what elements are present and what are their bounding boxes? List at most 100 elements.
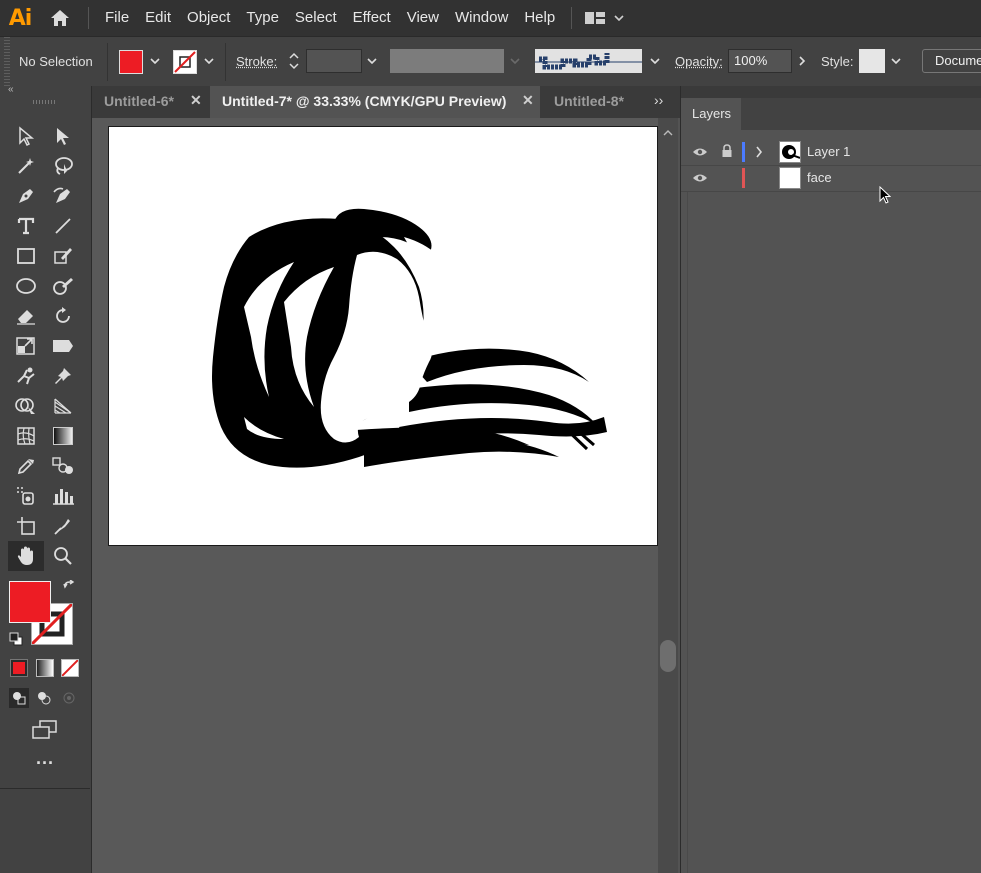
menu-divider xyxy=(88,7,89,29)
tab-overflow-icon[interactable]: ›› xyxy=(654,86,663,114)
zoom-tool-icon[interactable] xyxy=(50,543,76,569)
menu-select[interactable]: Select xyxy=(287,0,345,36)
workspace-switcher[interactable] xyxy=(580,10,624,26)
artboard[interactable] xyxy=(108,126,658,546)
draw-normal-icon[interactable] xyxy=(9,688,29,708)
toolbar-grip[interactable] xyxy=(33,100,57,104)
grip-handle[interactable] xyxy=(4,37,10,87)
warp-icon[interactable] xyxy=(50,333,76,359)
variable-width-profile[interactable] xyxy=(390,49,504,73)
layers-panel: Layers Layer 1 face xyxy=(680,86,981,873)
scroll-thumb[interactable] xyxy=(660,640,676,672)
rotate-icon[interactable] xyxy=(50,303,76,329)
menu-type[interactable]: Type xyxy=(238,0,287,36)
tab-layers[interactable]: Layers xyxy=(681,98,741,130)
draw-behind-icon[interactable] xyxy=(34,688,54,708)
color-mode-button[interactable] xyxy=(10,659,28,677)
fill-swatch[interactable] xyxy=(119,50,143,74)
magic-wand-icon[interactable] xyxy=(13,153,39,179)
slice-icon[interactable] xyxy=(50,513,76,539)
rectangle-tool-icon[interactable] xyxy=(13,243,39,269)
menu-help[interactable]: Help xyxy=(516,0,563,36)
none-mode-button[interactable] xyxy=(61,659,79,677)
opacity-arrow-icon[interactable] xyxy=(792,49,812,73)
stroke-weight-input[interactable] xyxy=(306,49,362,73)
stroke-dropdown-chevron-icon[interactable] xyxy=(199,49,219,73)
brush-definition-preview[interactable] xyxy=(535,49,642,73)
stroke-weight-stepper[interactable] xyxy=(284,49,304,73)
opacity-label[interactable]: Opacity: xyxy=(675,37,723,87)
menu-object[interactable]: Object xyxy=(179,0,238,36)
pen-tool-icon[interactable] xyxy=(13,183,39,209)
menu-window[interactable]: Window xyxy=(447,0,516,36)
ellipse-tool-icon[interactable] xyxy=(13,273,39,299)
direct-selection-tool-icon[interactable] xyxy=(50,123,76,149)
layer-row-layer-1[interactable]: Layer 1 xyxy=(681,139,981,166)
stroke-swatch[interactable] xyxy=(173,50,197,74)
close-icon[interactable]: ✕ xyxy=(190,86,202,114)
artboard-tool-icon[interactable] xyxy=(13,513,39,539)
fill-dropdown-chevron-icon[interactable] xyxy=(145,49,165,73)
document-setup-button[interactable]: Docume xyxy=(922,49,981,73)
vertical-scrollbar[interactable] xyxy=(658,118,678,873)
column-graph-icon[interactable] xyxy=(50,483,76,509)
opacity-input[interactable]: 100% xyxy=(728,49,792,73)
fill-color-swatch[interactable] xyxy=(9,581,51,623)
menu-edit[interactable]: Edit xyxy=(137,0,179,36)
profile-chevron-icon[interactable] xyxy=(505,49,525,73)
graphic-style-swatch[interactable] xyxy=(859,49,885,73)
close-icon[interactable]: ✕ xyxy=(522,86,534,114)
expand-chevron-icon[interactable] xyxy=(755,146,763,161)
perspective-icon[interactable] xyxy=(50,393,76,419)
menu-effect[interactable]: Effect xyxy=(345,0,399,36)
layer-name[interactable]: face xyxy=(807,165,832,191)
stroke-weight-chevron-icon[interactable] xyxy=(362,49,382,73)
eraser-icon[interactable] xyxy=(13,303,39,329)
brush-chevron-icon[interactable] xyxy=(645,49,665,73)
selection-tool-icon[interactable] xyxy=(13,123,39,149)
line-tool-icon[interactable] xyxy=(50,213,76,239)
swap-colors-icon[interactable] xyxy=(62,580,76,594)
workspace-icon xyxy=(584,10,606,26)
lock-icon[interactable] xyxy=(721,144,733,161)
scale-icon[interactable] xyxy=(13,333,39,359)
layer-row-face[interactable]: face xyxy=(681,165,981,192)
stroke-label[interactable]: Stroke: xyxy=(236,37,277,87)
menu-view[interactable]: View xyxy=(399,0,447,36)
default-colors-icon[interactable] xyxy=(9,632,23,646)
tab-untitled-6[interactable]: Untitled-6* ✕ xyxy=(92,86,212,118)
draw-inside-icon[interactable] xyxy=(59,688,79,708)
pin-icon[interactable] xyxy=(50,363,76,389)
puppet-warp-icon[interactable] xyxy=(13,363,39,389)
visibility-eye-icon[interactable] xyxy=(692,146,708,161)
hand-tool-icon[interactable] xyxy=(8,541,44,571)
layer-name[interactable]: Layer 1 xyxy=(807,139,850,165)
gradient-mode-button[interactable] xyxy=(36,659,54,677)
home-icon[interactable] xyxy=(40,0,80,36)
panel-header-strip xyxy=(681,86,981,98)
type-tool-icon[interactable] xyxy=(13,213,39,239)
shape-builder-icon[interactable] xyxy=(13,393,39,419)
tab-untitled-7[interactable]: Untitled-7* @ 33.33% (CMYK/GPU Preview) … xyxy=(210,86,540,118)
eyedropper-icon[interactable] xyxy=(13,453,39,479)
more-tools-icon[interactable]: ··· xyxy=(32,758,58,774)
curvature-tool-icon[interactable] xyxy=(50,183,76,209)
hair-face-artwork[interactable] xyxy=(109,127,657,545)
style-chevron-icon[interactable] xyxy=(886,49,906,73)
divider xyxy=(107,43,108,81)
blend-icon[interactable] xyxy=(50,453,76,479)
collapse-toolbar-icon[interactable]: « xyxy=(8,84,14,95)
symbol-sprayer-icon[interactable] xyxy=(13,483,39,509)
blob-brush-icon[interactable] xyxy=(50,273,76,299)
mesh-icon[interactable] xyxy=(13,423,39,449)
gradient-icon[interactable] xyxy=(50,423,76,449)
lasso-icon[interactable] xyxy=(50,153,76,179)
visibility-eye-icon[interactable] xyxy=(692,172,708,187)
menu-file[interactable]: File xyxy=(97,0,137,36)
paintbrush-icon[interactable] xyxy=(50,243,76,269)
app-logo: Ai xyxy=(0,0,40,36)
scroll-up-arrow-icon[interactable] xyxy=(663,124,673,130)
toolbar-bottom-edge xyxy=(0,788,90,789)
change-screen-mode-icon[interactable] xyxy=(30,719,60,741)
tab-untitled-8[interactable]: Untitled-8* xyxy=(542,86,650,118)
